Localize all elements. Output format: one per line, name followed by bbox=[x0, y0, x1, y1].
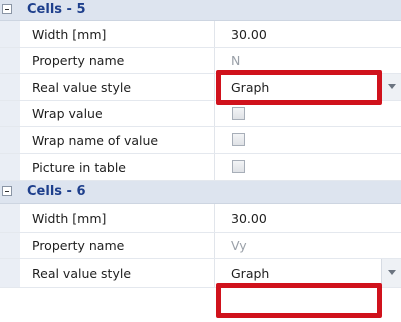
section-header-cells-6[interactable]: Cells - 6 bbox=[0, 181, 401, 204]
property-label: Wrap name of value bbox=[32, 127, 215, 153]
row-gutter bbox=[0, 204, 20, 232]
row-gutter bbox=[0, 181, 20, 203]
row-gutter bbox=[0, 101, 20, 126]
row-gutter bbox=[0, 233, 20, 258]
section-header-cells-5[interactable]: Cells - 5 bbox=[0, 0, 401, 21]
property-value[interactable]: 30.00 bbox=[223, 21, 401, 47]
dropdown-arrow-icon[interactable] bbox=[381, 74, 401, 100]
property-row-picture-in-table[interactable]: Picture in table bbox=[0, 154, 401, 181]
property-label: Property name bbox=[32, 233, 215, 258]
row-gutter bbox=[0, 48, 20, 73]
property-label: Property name bbox=[32, 48, 215, 73]
section-title: Cells - 6 bbox=[27, 184, 86, 199]
property-label: Wrap value bbox=[32, 101, 215, 126]
property-label: Real value style bbox=[32, 74, 215, 100]
property-row-width[interactable]: Width [mm] 30.00 bbox=[0, 21, 401, 48]
section-title: Cells - 5 bbox=[27, 2, 86, 17]
property-label: Picture in table bbox=[32, 154, 215, 180]
property-row-property-name[interactable]: Property name N bbox=[0, 48, 401, 74]
row-gutter bbox=[0, 0, 20, 20]
property-row-property-name[interactable]: Property name Vy bbox=[0, 233, 401, 259]
row-gutter bbox=[0, 259, 20, 287]
dropdown-selected-value: Graph bbox=[231, 265, 270, 281]
property-value[interactable]: N bbox=[223, 48, 401, 73]
row-gutter bbox=[0, 154, 20, 180]
picture-in-table-checkbox[interactable] bbox=[232, 160, 245, 173]
property-value[interactable]: 30.00 bbox=[223, 204, 401, 232]
property-row-real-value-style[interactable]: Real value style Graph bbox=[0, 259, 401, 288]
dropdown-selected-value: Graph bbox=[231, 79, 270, 95]
row-gutter bbox=[0, 74, 20, 100]
collapse-minus-icon[interactable] bbox=[2, 186, 12, 196]
real-value-style-dropdown[interactable]: Graph bbox=[223, 74, 401, 100]
property-label: Width [mm] bbox=[32, 21, 215, 47]
property-grid: Cells - 5 Width [mm] 30.00 Property name… bbox=[0, 0, 401, 322]
row-gutter bbox=[0, 127, 20, 153]
real-value-style-dropdown[interactable]: Graph bbox=[223, 259, 401, 287]
property-row-real-value-style[interactable]: Real value style Graph bbox=[0, 74, 401, 101]
wrap-name-of-value-checkbox[interactable] bbox=[232, 133, 245, 146]
property-row-wrap-value[interactable]: Wrap value bbox=[0, 101, 401, 127]
collapse-minus-icon[interactable] bbox=[2, 4, 12, 14]
row-gutter bbox=[0, 21, 20, 47]
dropdown-arrow-icon[interactable] bbox=[381, 259, 401, 287]
property-label: Width [mm] bbox=[32, 204, 215, 232]
wrap-value-checkbox[interactable] bbox=[232, 107, 245, 120]
property-label: Real value style bbox=[32, 259, 215, 287]
property-row-width[interactable]: Width [mm] 30.00 bbox=[0, 204, 401, 233]
highlight-box bbox=[216, 283, 382, 318]
property-row-wrap-name-of-value[interactable]: Wrap name of value bbox=[0, 127, 401, 154]
property-value[interactable]: Vy bbox=[223, 233, 401, 258]
